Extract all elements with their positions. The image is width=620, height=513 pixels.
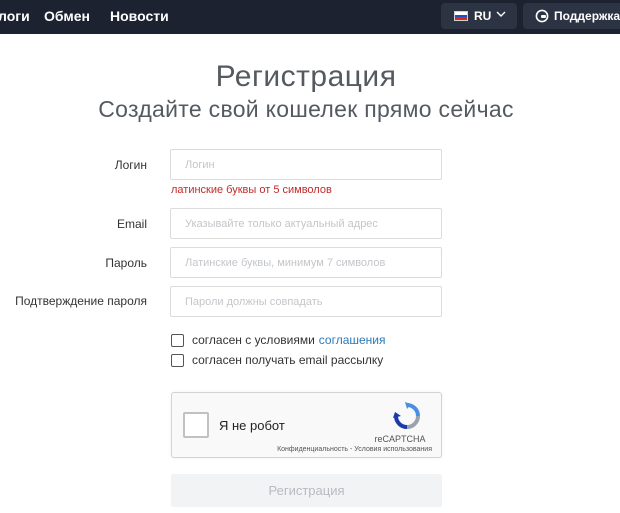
agreement-link[interactable]: соглашения: [319, 333, 386, 347]
agree-terms-text: согласен с условиями: [192, 333, 315, 347]
password-confirm-input[interactable]: [170, 286, 442, 317]
nav-exchange-link[interactable]: Обмен: [44, 8, 90, 24]
password-label: Пароль: [105, 256, 147, 270]
agree-newsletter-checkbox[interactable]: [171, 353, 184, 367]
support-label: Поддержка: [554, 9, 620, 23]
email-input[interactable]: [170, 208, 442, 239]
recaptcha-checkbox[interactable]: [183, 412, 209, 438]
language-selector[interactable]: RU: [441, 3, 517, 29]
nav-blog-link[interactable]: логи: [0, 8, 30, 24]
login-label: Логин: [114, 158, 147, 172]
nav-news-link[interactable]: Новости: [110, 8, 169, 24]
password-input[interactable]: [170, 247, 442, 278]
recaptcha-label: Я не робот: [219, 418, 285, 433]
agree-newsletter-row[interactable]: согласен получать email рассылку: [171, 352, 383, 368]
page-subtitle: Создайте свой кошелек прямо сейчас: [98, 96, 514, 122]
login-error-message: латинские буквы от 5 символов: [171, 184, 332, 196]
recaptcha-widget: Я не робот reCAPTCHA Конфиденциальность …: [171, 392, 442, 458]
login-input[interactable]: [170, 149, 442, 180]
agree-terms-row[interactable]: согласен с условиями соглашения: [171, 332, 386, 348]
language-code: RU: [474, 9, 492, 23]
page-title: Регистрация: [215, 60, 397, 93]
support-headset-icon: [535, 9, 549, 23]
register-button[interactable]: Регистрация: [171, 474, 442, 507]
top-navbar: логи Обмен Новости RU Поддержка: [0, 0, 620, 34]
email-label: Email: [116, 217, 147, 231]
recaptcha-brand: reCAPTCHA: [374, 434, 426, 444]
recaptcha-terms-links[interactable]: Конфиденциальность - Условия использован…: [268, 446, 432, 453]
password-confirm-label: Подтверждение пароля: [15, 294, 147, 308]
chevron-down-icon: [496, 11, 506, 17]
agree-newsletter-text: согласен получать email рассылку: [192, 353, 384, 367]
agree-terms-checkbox[interactable]: [171, 333, 184, 347]
support-button[interactable]: Поддержка: [523, 3, 620, 29]
recaptcha-logo-icon: [393, 402, 420, 429]
russia-flag-icon: [454, 11, 468, 21]
